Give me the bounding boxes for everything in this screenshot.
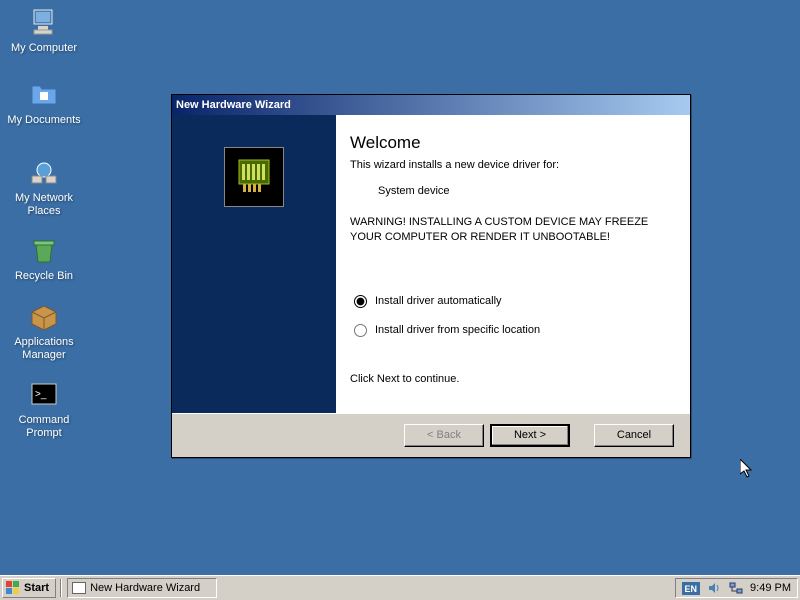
radio-auto[interactable] — [354, 295, 367, 308]
warning-text: WARNING! INSTALLING A CUSTOM DEVICE MAY … — [350, 215, 668, 245]
desktop-icon-my-computer[interactable]: My Computer — [6, 6, 82, 55]
network-tray-icon[interactable] — [728, 581, 744, 595]
svg-text:>_: >_ — [35, 389, 47, 400]
desktop-icon-network-places[interactable]: My Network Places — [6, 156, 82, 218]
option-location[interactable]: Install driver from specific location — [354, 324, 668, 337]
titlebar[interactable]: New Hardware Wizard — [172, 95, 690, 115]
desktop-icon-applications-manager[interactable]: Applications Manager — [6, 300, 82, 362]
option-auto[interactable]: Install driver automatically — [354, 295, 668, 308]
clock[interactable]: 9:49 PM — [750, 582, 791, 594]
system-tray: EN 9:49 PM — [675, 578, 798, 598]
language-indicator[interactable]: EN — [682, 582, 701, 595]
desktop-icon-label: Command Prompt — [6, 414, 82, 440]
folder-icon — [28, 78, 60, 110]
button-bar: < Back Next > Cancel — [172, 413, 690, 457]
wizard-subtext: This wizard installs a new device driver… — [350, 159, 668, 171]
volume-icon[interactable] — [706, 581, 722, 595]
start-button[interactable]: Start — [2, 578, 56, 598]
continue-hint: Click Next to continue. — [350, 373, 668, 385]
cancel-button[interactable]: Cancel — [594, 424, 674, 447]
hardware-chip-icon — [224, 147, 284, 207]
desktop-icon-label: Applications Manager — [6, 336, 82, 362]
device-name: System device — [378, 185, 668, 197]
back-button: < Back — [404, 424, 484, 447]
wizard-body: Welcome This wizard installs a new devic… — [172, 115, 690, 413]
radio-location[interactable] — [354, 324, 367, 337]
start-label: Start — [24, 582, 49, 594]
desktop-icon-label: Recycle Bin — [15, 270, 73, 283]
recycle-bin-icon — [28, 234, 60, 266]
taskbar: Start New Hardware Wizard EN 9:49 PM — [0, 575, 800, 600]
desktop-icon-label: My Computer — [11, 42, 77, 55]
taskbar-item-wizard[interactable]: New Hardware Wizard — [67, 578, 217, 598]
package-icon — [28, 300, 60, 332]
desktop-icon-label: My Network Places — [6, 192, 82, 218]
desktop-icon-my-documents[interactable]: My Documents — [6, 78, 82, 127]
desktop-icon-label: My Documents — [7, 114, 80, 127]
desktop-icon-command-prompt[interactable]: >_ Command Prompt — [6, 378, 82, 440]
wizard-heading: Welcome — [350, 133, 668, 153]
window-mini-icon — [72, 582, 86, 594]
wizard-window: New Hardware Wizard Welcome This wizard … — [171, 94, 691, 458]
network-icon — [28, 156, 60, 188]
desktop-icon-recycle-bin[interactable]: Recycle Bin — [6, 234, 82, 283]
terminal-icon: >_ — [28, 378, 60, 410]
window-title: New Hardware Wizard — [176, 99, 291, 111]
wizard-main: Welcome This wizard installs a new devic… — [336, 115, 690, 413]
option-auto-label: Install driver automatically — [375, 295, 502, 307]
option-location-label: Install driver from specific location — [375, 324, 540, 336]
wizard-sidebar — [172, 115, 336, 413]
taskbar-item-label: New Hardware Wizard — [90, 582, 200, 594]
next-button[interactable]: Next > — [490, 424, 570, 447]
start-flag-icon — [5, 580, 21, 596]
taskbar-divider — [60, 579, 62, 597]
computer-icon — [28, 6, 60, 38]
